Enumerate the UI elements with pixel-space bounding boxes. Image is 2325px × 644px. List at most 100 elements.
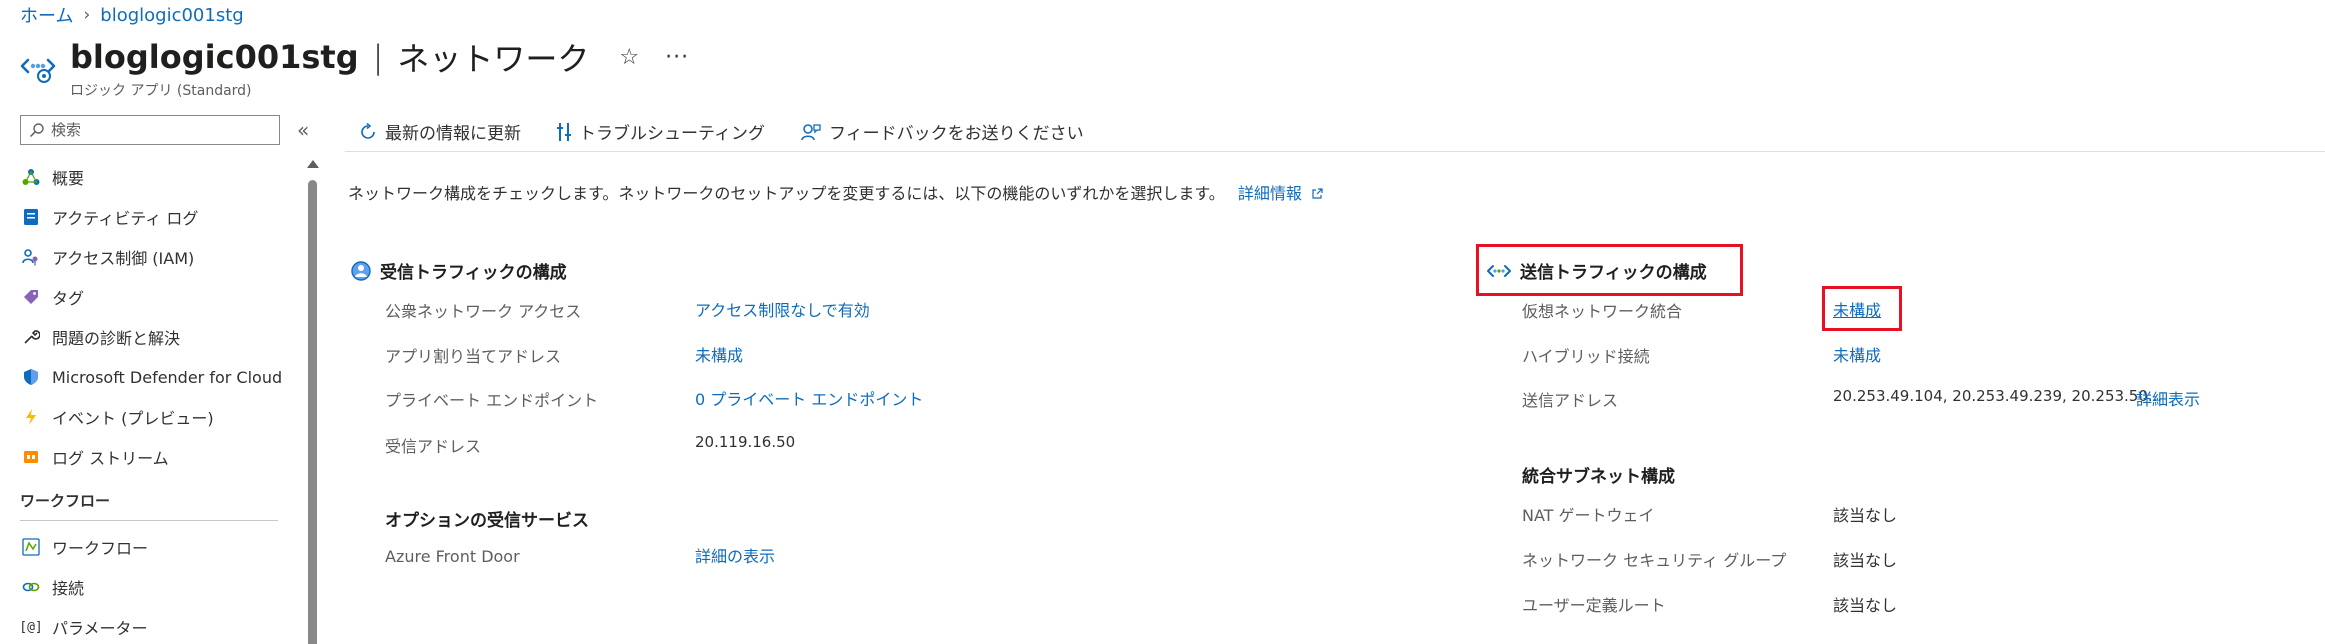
inbound-address-label: 受信アドレス (385, 437, 482, 456)
sidebar-item-tags[interactable]: タグ (20, 277, 290, 317)
lightning-icon (20, 406, 42, 428)
activity-log-icon (20, 206, 42, 228)
resource-type: ロジック アプリ (Standard) (70, 83, 252, 99)
search-icon (29, 123, 44, 138)
sidebar-item-label: タグ (52, 289, 85, 308)
nat-gateway-value: 該当なし (1833, 506, 1898, 525)
inbound-traffic-icon (350, 260, 372, 282)
outbound-title-text: 送信トラフィックの構成 (1520, 263, 1707, 283)
sidebar-item-connections[interactable]: 接続 (20, 567, 290, 607)
breadcrumb-current-link[interactable]: bloglogic001stg (100, 5, 243, 26)
outbound-address-label: 送信アドレス (1522, 391, 1619, 410)
vnet-integration-label: 仮想ネットワーク統合 (1522, 302, 1683, 321)
public-access-label: 公衆ネットワーク アクセス (385, 302, 582, 321)
intro-text: ネットワーク構成をチェックします。ネットワークのセットアップを変更するには、以下… (348, 180, 1323, 204)
nsg-value: 該当なし (1833, 551, 1898, 570)
sidebar-item-activity-log[interactable]: アクティビティ ログ (20, 197, 290, 237)
workflow-icon (20, 536, 42, 558)
troubleshoot-label: トラブルシューティング (579, 124, 765, 144)
sidebar-item-diagnose[interactable]: 問題の診断と解決 (20, 317, 290, 357)
title-separator: | (372, 38, 384, 76)
private-endpoint-label: プライベート エンドポイント (385, 391, 599, 410)
learn-more-link[interactable]: 詳細情報 (1238, 184, 1323, 203)
azure-front-door-label: Azure Front Door (385, 547, 520, 566)
nat-gateway-label: NAT ゲートウェイ (1522, 506, 1655, 525)
sidebar-item-label: 概要 (52, 169, 85, 188)
collapse-sidebar-icon[interactable]: « (297, 118, 309, 142)
sidebar-item-parameters[interactable]: [@] パラメーター (19, 607, 290, 644)
outbound-address-details-link[interactable]: 詳細表示 (2136, 386, 2200, 410)
outbound-address-value: 20.253.49.104, 20.253.49.239, 20.253.50.… (1833, 387, 2163, 405)
front-door-details-link[interactable]: 詳細の表示 (695, 543, 775, 567)
sidebar-item-workflows[interactable]: ワークフロー (20, 527, 290, 567)
sidebar-scrollbar[interactable] (306, 160, 320, 644)
refresh-icon (359, 122, 377, 141)
sidebar-item-label: Microsoft Defender for Cloud (52, 367, 283, 387)
sidebar-item-overview[interactable]: 概要 (20, 157, 290, 197)
connection-icon (20, 576, 42, 598)
sidebar: « 概要 アクティビティ ログ アクセス制御 (IAM) タグ (0, 112, 330, 644)
sidebar-item-log-stream[interactable]: ログ ストリーム (20, 437, 290, 477)
app-assigned-address-label: アプリ割り当てアドレス (385, 347, 562, 366)
nsg-label: ネットワーク セキュリティ グループ (1522, 551, 1787, 570)
sidebar-item-label: ワークフロー (52, 539, 149, 558)
app-assigned-address-link[interactable]: 未構成 (695, 342, 743, 366)
sidebar-item-defender[interactable]: Microsoft Defender for Cloud (20, 357, 290, 397)
private-endpoint-link[interactable]: 0 プライベート エンドポイント (695, 386, 923, 410)
overview-icon (20, 166, 42, 188)
troubleshoot-button[interactable]: トラブルシューティング (557, 119, 765, 144)
external-link-icon (1312, 188, 1323, 199)
wrench-icon (20, 326, 42, 348)
sidebar-item-label: アクティビティ ログ (52, 209, 199, 228)
sidebar-item-events[interactable]: イベント (プレビュー) (20, 397, 290, 437)
feedback-button[interactable]: フィードバックをお送りください (801, 119, 1084, 144)
iam-icon (20, 246, 42, 268)
parameter-icon: [@] (19, 619, 43, 635)
more-options-icon[interactable]: ··· (665, 45, 689, 70)
sidebar-item-iam[interactable]: アクセス制御 (IAM) (20, 237, 290, 277)
udr-value: 該当なし (1833, 596, 1898, 615)
feedback-label: フィードバックをお送りください (828, 124, 1084, 144)
refresh-label: 最新の情報に更新 (385, 124, 521, 144)
subnet-title-text: 統合サブネット構成 (1522, 467, 1675, 487)
tag-icon (20, 286, 42, 308)
sidebar-nav: 概要 アクティビティ ログ アクセス制御 (IAM) タグ 問題の診断と解決 M… (19, 157, 290, 644)
inbound-title-text: 受信トラフィックの構成 (380, 263, 567, 283)
page-header: bloglogic001stg | ネットワーク ☆ ··· ロジック アプリ … (18, 34, 689, 100)
sidebar-item-label: イベント (プレビュー) (52, 409, 214, 428)
optional-inbound-title-text: オプションの受信サービス (385, 511, 589, 531)
command-bar: 最新の情報に更新 トラブルシューティング フィードバックをお送りください (345, 112, 2325, 152)
sidebar-item-label: アクセス制御 (IAM) (52, 249, 195, 268)
scrollbar-thumb[interactable] (308, 180, 317, 644)
logic-app-network-icon (20, 58, 56, 83)
search-input[interactable] (51, 121, 271, 139)
shield-icon (20, 366, 42, 388)
sidebar-search[interactable] (20, 115, 280, 145)
public-access-link[interactable]: アクセス制限なしで有効 (695, 297, 870, 321)
breadcrumb-chevron-icon: › (83, 5, 91, 25)
log-stream-icon (20, 446, 42, 468)
breadcrumb-home-link[interactable]: ホーム (20, 2, 73, 28)
page-name: ネットワーク (397, 40, 590, 78)
favorite-star-icon[interactable]: ☆ (619, 45, 639, 70)
sidebar-item-label: パラメーター (52, 619, 148, 638)
sidebar-section-workflow: ワークフロー (20, 481, 278, 521)
page-title: bloglogic001stg (70, 38, 359, 76)
inbound-section-title: 受信トラフィックの構成 (350, 258, 567, 283)
subnet-section-title: 統合サブネット構成 (1522, 462, 1675, 487)
optional-inbound-section-title: オプションの受信サービス (385, 506, 589, 531)
outbound-section-title: 送信トラフィックの構成 (1486, 258, 1707, 283)
breadcrumb: ホーム › bloglogic001stg (20, 2, 244, 28)
sidebar-item-label: 接続 (52, 579, 85, 598)
inbound-address-value: 20.119.16.50 (695, 433, 796, 451)
refresh-button[interactable]: 最新の情報に更新 (359, 119, 521, 144)
scroll-up-arrow-icon[interactable] (307, 160, 319, 168)
learn-more-label: 詳細情報 (1237, 184, 1302, 203)
hybrid-connection-link[interactable]: 未構成 (1833, 342, 1881, 366)
udr-label: ユーザー定義ルート (1522, 596, 1666, 615)
feedback-icon (801, 123, 821, 141)
intro-description: ネットワーク構成をチェックします。ネットワークのセットアップを変更するには、以下… (348, 184, 1225, 203)
outbound-traffic-icon (1486, 262, 1512, 280)
sidebar-item-label: 問題の診断と解決 (52, 329, 181, 348)
vnet-integration-link[interactable]: 未構成 (1833, 297, 1881, 321)
